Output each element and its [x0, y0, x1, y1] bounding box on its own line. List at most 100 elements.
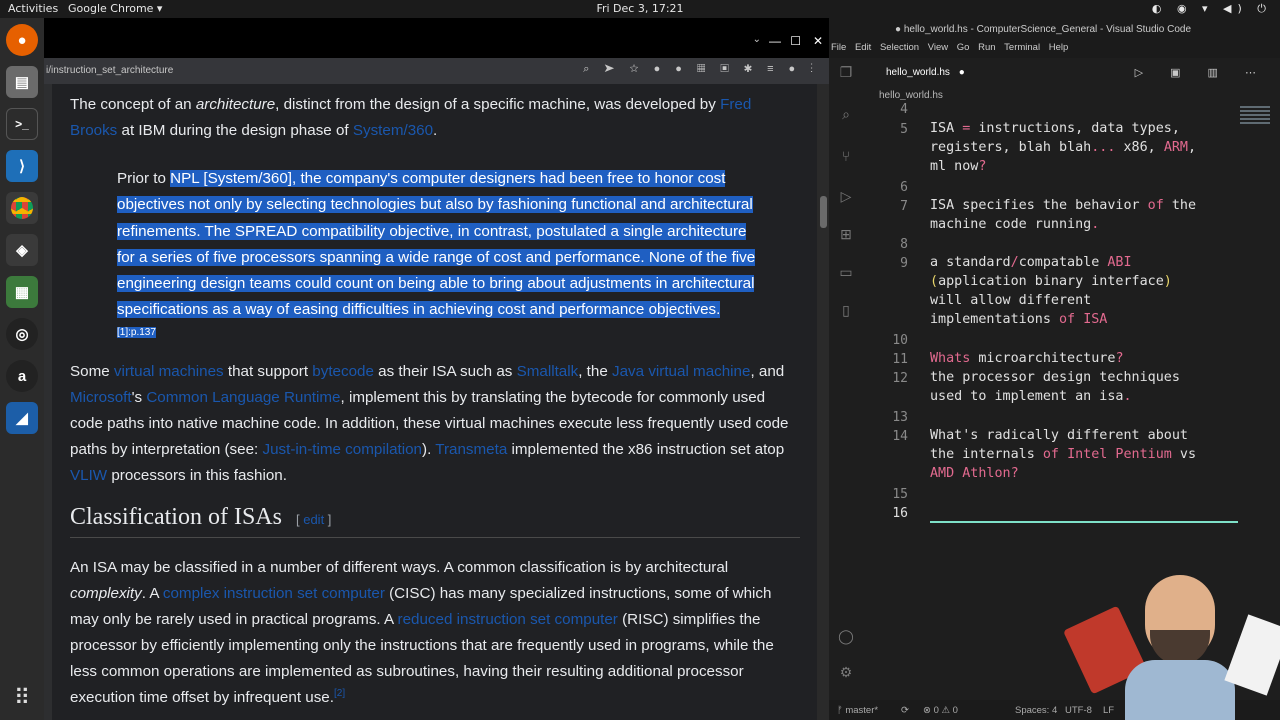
settings-gear-icon[interactable]: ⚙ — [837, 664, 855, 682]
link-cisc[interactable]: complex instruction set computer — [163, 585, 385, 602]
code-line[interactable]: AMD Athlon? — [930, 466, 1019, 481]
code-line[interactable]: the processor design techniques — [930, 370, 1180, 385]
tab-strip: ⌄ — ☐ ✕ — [44, 18, 829, 58]
shark-app-icon[interactable]: ◢ — [6, 402, 38, 434]
code-line[interactable]: machine code running. — [930, 217, 1099, 232]
link-bytecode[interactable]: bytecode — [312, 363, 374, 380]
link-java-vm[interactable]: Java virtual machine — [612, 363, 750, 380]
tab-search-icon[interactable]: ⌄ — [753, 34, 761, 45]
indentation[interactable]: Spaces: 4 — [1015, 705, 1057, 716]
code-line[interactable]: ISA specifies the behavior of the — [930, 198, 1196, 213]
unsaved-dot-icon[interactable]: ● — [959, 67, 965, 78]
obs-icon[interactable]: ◎ — [6, 318, 38, 350]
line-number: 11 — [892, 352, 908, 367]
code-line[interactable]: ISA = instructions, data types, — [930, 121, 1180, 136]
problems-indicator[interactable]: ⊗ 0 ⚠ 0 — [923, 705, 958, 716]
account-icon[interactable]: ◯ — [837, 628, 855, 646]
menu-selection[interactable]: Selection — [880, 42, 919, 53]
menu-run[interactable]: Run — [978, 42, 995, 53]
files-icon[interactable]: ▤ — [6, 66, 38, 98]
tab-hello-world[interactable]: hello_world.hs ● — [872, 58, 979, 88]
avatar-body — [1125, 660, 1235, 720]
code-line[interactable]: the internals of Intel Pentium vs — [930, 447, 1196, 462]
code-line[interactable]: ml now? — [930, 159, 986, 174]
link-jit[interactable]: Just-in-time compilation — [262, 441, 422, 458]
dock: ● ▤ >_ ⟩ ◈ ▦ ◎ a ◢ ⠿ — [0, 18, 44, 720]
menu-file[interactable]: File — [831, 42, 846, 53]
code-line[interactable]: implementations of ISA — [930, 312, 1107, 327]
line-number: 13 — [892, 410, 908, 425]
address-bar[interactable]: i/instruction_set_architecture ⌕ ➤ ☆ ● ●… — [44, 58, 829, 84]
line-number: 14 — [892, 429, 908, 444]
code-line[interactable]: (application binary interface) — [930, 274, 1172, 289]
code-line[interactable]: What's radically different about — [930, 428, 1188, 443]
clock[interactable]: Fri Dec 3, 17:21 — [0, 2, 1280, 15]
chrome-window: ⌄ — ☐ ✕ i/instruction_set_architecture ⌕… — [44, 18, 829, 720]
paragraph-architecture: The concept of an architecture, distinct… — [70, 96, 752, 139]
edit-link[interactable]: edit — [303, 512, 324, 527]
citation-ref[interactable]: [1]:p.137 — [117, 326, 156, 338]
system-tray[interactable]: ◐ ◉ ▾ ◀) ⏻ — [1152, 2, 1272, 16]
paragraph-classification: An ISA may be classified in a number of … — [70, 559, 774, 706]
virtualbox-icon[interactable]: ◈ — [6, 234, 38, 266]
code-line[interactable]: registers, blah blah... x86, ARM, — [930, 140, 1196, 155]
sync-icon[interactable]: ⟳ — [901, 705, 909, 716]
vscode-icon[interactable]: ⟩ — [6, 150, 38, 182]
editor-tabs: hello_world.hs ● ▷ ▣ ▥ ⋯ — [862, 58, 1280, 88]
desktop: Activities Google Chrome ▾ Fri Dec 3, 17… — [0, 0, 1280, 720]
link-smalltalk[interactable]: Smalltalk — [517, 363, 579, 380]
source-control-icon[interactable]: ⑂ — [837, 148, 855, 166]
audacity-icon[interactable]: a — [6, 360, 38, 392]
extensions-icon[interactable]: ⊞ — [837, 226, 855, 244]
minimize-button[interactable]: — — [769, 34, 781, 48]
code-line[interactable]: a standard/compatable ABI — [930, 255, 1132, 270]
code-line[interactable]: Whats microarchitecture? — [930, 351, 1124, 366]
blockquote: Prior to NPL [System/360], the company's… — [117, 170, 756, 338]
presenter-avatar — [1063, 575, 1280, 720]
link-vliw[interactable]: VLIW — [70, 467, 107, 484]
show-apps-icon[interactable]: ⠿ — [10, 686, 34, 710]
notebook-icon[interactable]: ▯ — [837, 302, 855, 320]
maximize-button[interactable]: ☐ — [790, 34, 801, 48]
toolbar-icons[interactable]: ⌕ ➤ ☆ ● ● ▦ ▣ ✱ ≡ ● ⋮ — [583, 63, 819, 76]
system-top-bar: Activities Google Chrome ▾ Fri Dec 3, 17… — [0, 0, 1280, 18]
explorer-icon[interactable]: ❐ — [837, 64, 855, 82]
line-number: 10 — [892, 333, 908, 348]
git-branch[interactable]: ᚠ master* — [837, 705, 878, 716]
chrome-icon[interactable] — [6, 192, 38, 224]
menu-go[interactable]: Go — [957, 42, 970, 53]
menu-view[interactable]: View — [928, 42, 948, 53]
citation-ref-2[interactable]: [2] — [334, 688, 345, 699]
firefox-icon[interactable]: ● — [6, 24, 38, 56]
code-line[interactable]: used to implement an isa. — [930, 389, 1132, 404]
open-book-icon — [1224, 614, 1280, 696]
code-line[interactable]: will allow different — [930, 293, 1091, 308]
search-icon[interactable]: ⌕ — [837, 106, 855, 124]
link-clr[interactable]: Common Language Runtime — [146, 389, 340, 406]
url-text[interactable]: i/instruction_set_architecture — [46, 65, 173, 76]
editor-actions[interactable]: ▷ ▣ ▥ ⋯ — [1135, 66, 1268, 79]
menu-edit[interactable]: Edit — [855, 42, 871, 53]
left-border — [44, 84, 52, 720]
activity-bar: ❐ ⌕ ⑂ ▷ ⊞ ▭ ▯ ◯ ⚙ — [829, 58, 862, 700]
link-transmeta[interactable]: Transmeta — [435, 441, 507, 458]
menu-help[interactable]: Help — [1049, 42, 1069, 53]
terminal-icon[interactable]: >_ — [6, 108, 38, 140]
selected-text[interactable]: NPL [System/360], the company's computer… — [117, 170, 756, 319]
menu-terminal[interactable]: Terminal — [1004, 42, 1040, 53]
run-debug-icon[interactable]: ▷ — [837, 188, 855, 206]
link-microsoft[interactable]: Microsoft — [70, 389, 132, 406]
line-number: 4 — [900, 102, 908, 117]
edit-section: [ edit ] — [295, 512, 332, 527]
link-system-360[interactable]: System/360 — [353, 122, 433, 139]
calculator-icon[interactable]: ▦ — [6, 276, 38, 308]
scroll-thumb[interactable] — [820, 196, 827, 228]
page-scrollbar[interactable] — [817, 84, 829, 720]
line-number: 9 — [900, 256, 908, 271]
line-number: 6 — [900, 180, 908, 195]
minimap[interactable] — [1240, 106, 1270, 136]
link-virtual-machines[interactable]: virtual machines — [114, 363, 224, 380]
remote-explorer-icon[interactable]: ▭ — [837, 264, 855, 282]
link-risc[interactable]: reduced instruction set computer — [398, 611, 618, 628]
close-button[interactable]: ✕ — [813, 34, 823, 48]
